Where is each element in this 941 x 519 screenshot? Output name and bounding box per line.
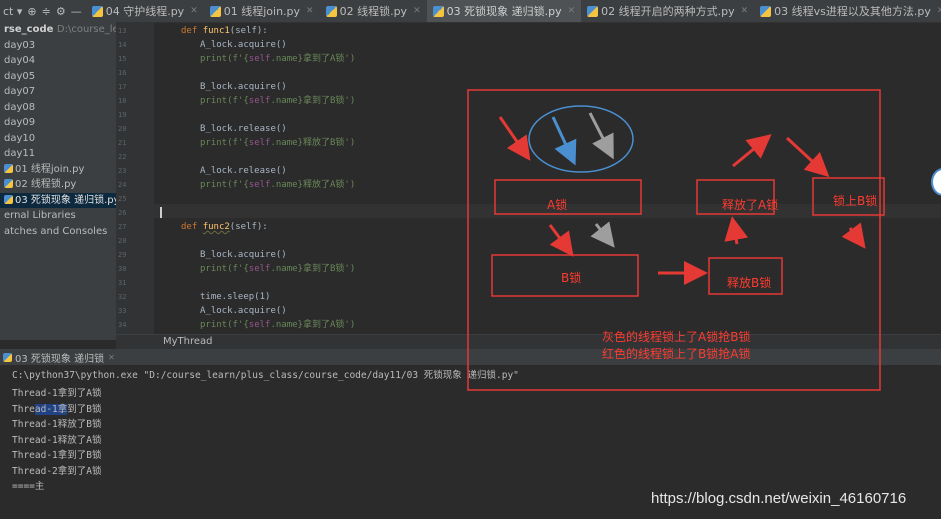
red-arrow-up <box>732 134 772 168</box>
red-arrow-to-b-lock <box>548 224 574 257</box>
a-lock-box <box>494 179 642 215</box>
red-arrow-to-release-a <box>724 216 749 245</box>
blue-arrow <box>551 116 577 166</box>
b-lock-label: B锁 <box>561 271 582 285</box>
gray-arrow-top <box>588 112 614 160</box>
lock-b-label: 锁上B锁 <box>833 194 878 208</box>
gray-arrow-blocked <box>590 221 615 248</box>
annotation-overlay <box>467 89 885 391</box>
red-arrow-to-a-lock <box>498 116 531 161</box>
a-lock-label: A锁 <box>547 198 568 212</box>
note-line-2: 红色的线程锁上了B锁抢A锁 <box>602 347 751 361</box>
red-arrow-to-lock-b <box>785 136 830 178</box>
release-b-label: 释放B锁 <box>727 276 772 290</box>
release-a-label: 释放了A锁 <box>722 198 779 212</box>
red-arrow-down <box>841 222 866 249</box>
highlight-ellipse <box>528 105 634 173</box>
note-line-1: 灰色的线程锁上了A锁抢B锁 <box>602 330 751 344</box>
watermark: https://blog.csdn.net/weixin_46160716 <box>651 490 907 507</box>
